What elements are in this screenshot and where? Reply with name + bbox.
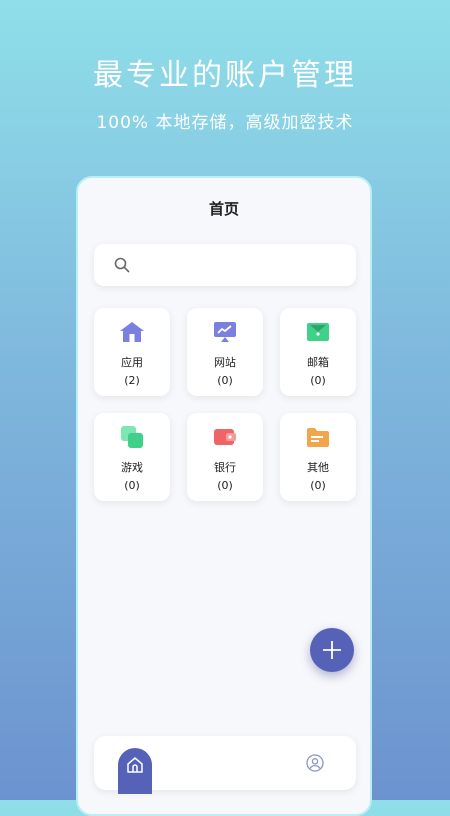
user-circle-icon[interactable] [306,754,324,772]
monitor-chart-icon [214,322,236,342]
bottom-nav [94,736,356,794]
category-bank[interactable]: 银行 (0) [187,413,263,501]
category-label: 游戏 [121,461,143,474]
nav-home-tab[interactable] [118,748,152,794]
category-count: (0) [124,479,140,492]
category-other[interactable]: 其他 (0) [280,413,356,501]
category-label: 银行 [214,461,236,474]
category-games[interactable]: 游戏 (0) [94,413,170,501]
plus-icon [323,641,341,659]
phone-frame: 首页 应用 (2) 网站 (0) 邮箱 (0) 游戏 (0) 银行 (0) 其他… [76,176,372,816]
search-icon [114,257,130,273]
envelope-icon [307,323,329,341]
category-label: 网站 [214,356,236,369]
folder-icon [307,428,329,447]
category-grid: 应用 (2) 网站 (0) 邮箱 (0) 游戏 (0) 银行 (0) 其他 (0… [94,308,356,501]
category-count: (2) [124,374,140,387]
house-icon [120,322,144,342]
search-bar[interactable] [94,244,356,286]
search-input[interactable] [140,252,344,280]
category-email[interactable]: 邮箱 (0) [280,308,356,396]
hero-title: 最专业的账户管理 [93,58,357,93]
category-label: 邮箱 [307,356,329,369]
category-count: (0) [310,374,326,387]
category-websites[interactable]: 网站 (0) [187,308,263,396]
category-count: (0) [310,479,326,492]
category-count: (0) [217,374,233,387]
category-label: 应用 [121,356,143,369]
page-title: 首页 [208,200,239,218]
category-count: (0) [217,479,233,492]
category-apps[interactable]: 应用 (2) [94,308,170,396]
squares-icon [121,426,143,448]
category-label: 其他 [307,461,329,474]
add-button[interactable] [310,628,354,672]
home-icon [127,757,143,773]
wallet-icon [214,429,236,445]
hero-subtitle: 100% 本地存储，高级加密技术 [96,113,354,133]
